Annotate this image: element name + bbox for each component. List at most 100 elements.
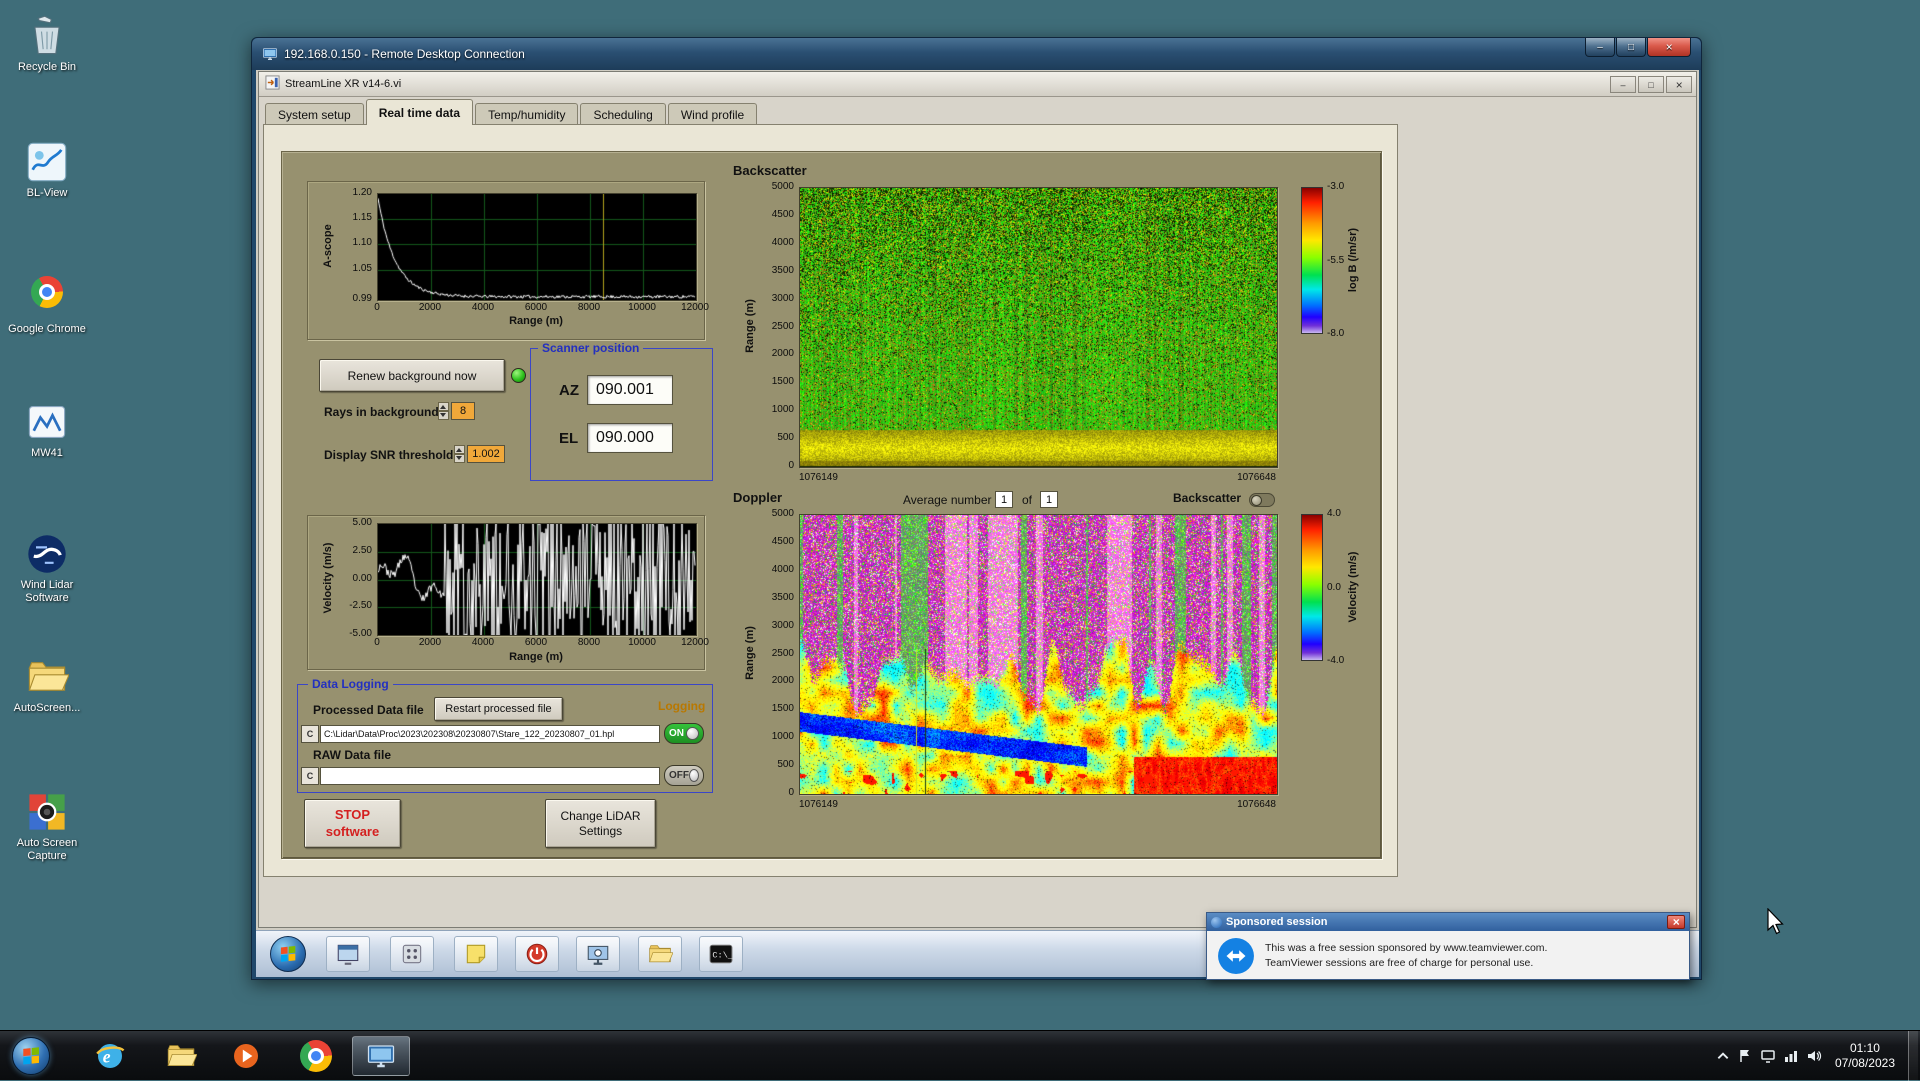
velocity-ytick: 2.50 [352, 544, 372, 556]
backscatter-colorbar [1301, 187, 1323, 334]
processed-logging-toggle[interactable]: ON [664, 723, 704, 744]
desktop-icon-label: Recycle Bin [17, 61, 77, 73]
tray-display-icon[interactable] [1760, 1048, 1776, 1064]
taskbar-explorer-icon[interactable] [157, 1036, 205, 1076]
rdp-maximize-button[interactable] [1616, 38, 1646, 57]
backscatter-ytick: 1500 [771, 376, 794, 388]
backscatter-ytick: 1000 [771, 404, 794, 416]
backscatter-ytick: 0 [788, 460, 794, 471]
of-label: of [1022, 493, 1033, 507]
doppler-ytick: 0 [788, 787, 794, 798]
host-taskbar: e 01:10 07/08/2023 [0, 1030, 1920, 1081]
remote-taskbar-grid-icon[interactable] [390, 936, 434, 972]
backscatter-ytick: 3000 [771, 292, 794, 304]
app-minimize-button[interactable] [1610, 76, 1636, 93]
doppler-colorbar-tick: -4.0 [1327, 655, 1345, 666]
tray-network-icon[interactable] [1783, 1048, 1799, 1064]
raw-logging-toggle[interactable]: OFF [664, 765, 704, 786]
tab-system-setup[interactable]: System setup [265, 103, 364, 125]
snr-value[interactable]: 1.002 [467, 445, 505, 463]
renew-background-button[interactable]: Renew background now [319, 359, 505, 392]
desktop-icon-auto-screen-capture[interactable]: Auto Screen Capture [6, 790, 88, 863]
average-of-value[interactable]: 1 [1040, 491, 1058, 508]
remote-taskbar-power-icon[interactable] [515, 936, 559, 972]
velocity-ytick: -5.00 [349, 628, 372, 639]
desktop-icon-folder[interactable]: AutoScreen... [6, 655, 88, 715]
a-scope-ytick: 1.10 [352, 237, 372, 249]
az-value[interactable]: 090.001 [587, 375, 673, 405]
on-label: ON [669, 728, 684, 739]
stop-software-button[interactable]: STOP software [304, 799, 401, 848]
a-scope-ytick: 1.20 [352, 187, 372, 198]
velocity-xtick: 8000 [577, 637, 601, 648]
rdp-window: 192.168.0.150 - Remote Desktop Connectio… [251, 37, 1702, 980]
system-tray: 01:10 07/08/2023 [1716, 1030, 1920, 1081]
desktop-icon-wind-lidar[interactable]: Wind Lidar Software [6, 532, 88, 605]
remote-taskbar-notes-icon[interactable] [454, 936, 498, 972]
backscatter-ytick: 2500 [771, 320, 794, 332]
app-close-button[interactable] [1666, 76, 1692, 93]
raw-path-input[interactable] [320, 767, 660, 785]
remote-start-button[interactable] [270, 936, 306, 972]
settings-button-label-1: Change LiDAR [560, 808, 641, 823]
desktop-icon-bl-view[interactable]: BL-View [6, 140, 88, 200]
remote-taskbar-window-icon[interactable] [326, 936, 370, 972]
taskbar-media-player-icon[interactable] [222, 1036, 270, 1076]
tab-real-time-data[interactable]: Real time data [365, 99, 474, 125]
rays-value[interactable]: 8 [451, 402, 475, 420]
velocity-plot [377, 523, 697, 636]
tray-flag-icon[interactable] [1737, 1048, 1753, 1064]
velocity-xlabel: Range (m) [509, 651, 563, 663]
rdp-minimize-button[interactable] [1585, 38, 1615, 57]
backscatter-x-start: 1076149 [799, 472, 838, 483]
recycle-bin-icon [25, 14, 69, 58]
desktop-icon-mw41[interactable]: MW41 [6, 400, 88, 460]
remote-taskbar-cmd-icon[interactable]: C:\_ [699, 936, 743, 972]
clock-date: 07/08/2023 [1834, 1055, 1895, 1070]
backscatter-x-end: 1076648 [1237, 472, 1276, 483]
taskbar-clock[interactable]: 01:10 07/08/2023 [1835, 1041, 1895, 1071]
remote-taskbar-capture-icon[interactable] [576, 936, 620, 972]
show-desktop-button[interactable] [1908, 1030, 1918, 1081]
popup-close-button[interactable] [1667, 915, 1685, 929]
raw-drive-icon[interactable]: C [301, 767, 319, 785]
restart-processed-file-button[interactable]: Restart processed file [434, 697, 563, 721]
backscatter-toggle[interactable] [1249, 493, 1275, 507]
taskbar-chrome-icon[interactable] [292, 1036, 340, 1076]
rays-in-background-label: Rays in background [324, 405, 439, 419]
rdp-close-button[interactable] [1647, 38, 1691, 57]
velocity-ytick: -2.50 [349, 600, 372, 612]
velocity-ytick: 0.00 [352, 572, 372, 584]
desktop-icon-recycle-bin[interactable]: Recycle Bin [6, 14, 88, 74]
processed-drive-icon[interactable]: C [301, 725, 319, 743]
average-number-value[interactable]: 1 [995, 491, 1013, 508]
tab-scheduling[interactable]: Scheduling [580, 103, 666, 125]
az-label: AZ [559, 382, 579, 399]
tab-temp-humidity[interactable]: Temp/humidity [475, 103, 579, 125]
processed-path-input[interactable]: C:\Lidar\Data\Proc\2023\202308\20230807\… [320, 725, 660, 743]
a-scope-ytick: 0.99 [352, 293, 372, 304]
tray-expand-icon[interactable] [1716, 1049, 1730, 1063]
snr-spinner[interactable] [454, 445, 465, 463]
rays-spinner[interactable] [438, 402, 449, 420]
tray-volume-icon[interactable] [1806, 1048, 1822, 1064]
app-titlebar[interactable]: StreamLine XR v14-6.vi [259, 72, 1696, 97]
doppler-colorbar-tick: 4.0 [1327, 508, 1341, 519]
folder-icon [25, 655, 70, 699]
velocity-xtick: 4000 [471, 637, 495, 648]
popup-titlebar[interactable]: Sponsored session [1207, 913, 1689, 931]
taskbar-rdp-button[interactable] [352, 1036, 410, 1076]
a-scope-xtick: 0 [374, 302, 380, 313]
start-button[interactable] [12, 1037, 50, 1075]
rdp-titlebar[interactable]: 192.168.0.150 - Remote Desktop Connectio… [252, 38, 1701, 70]
remote-taskbar-folder-icon[interactable] [638, 936, 682, 972]
doppler-ytick: 5000 [771, 508, 794, 519]
taskbar-ie-icon[interactable]: e [86, 1036, 134, 1076]
change-lidar-settings-button[interactable]: Change LiDAR Settings [545, 799, 656, 848]
el-value[interactable]: 090.000 [587, 423, 673, 453]
app-window: StreamLine XR v14-6.vi System setupReal … [258, 71, 1697, 928]
doppler-x-start: 1076149 [799, 799, 838, 810]
desktop-icon-chrome[interactable]: Google Chrome [6, 270, 88, 336]
app-maximize-button[interactable] [1638, 76, 1664, 93]
tab-wind-profile[interactable]: Wind profile [667, 103, 758, 125]
